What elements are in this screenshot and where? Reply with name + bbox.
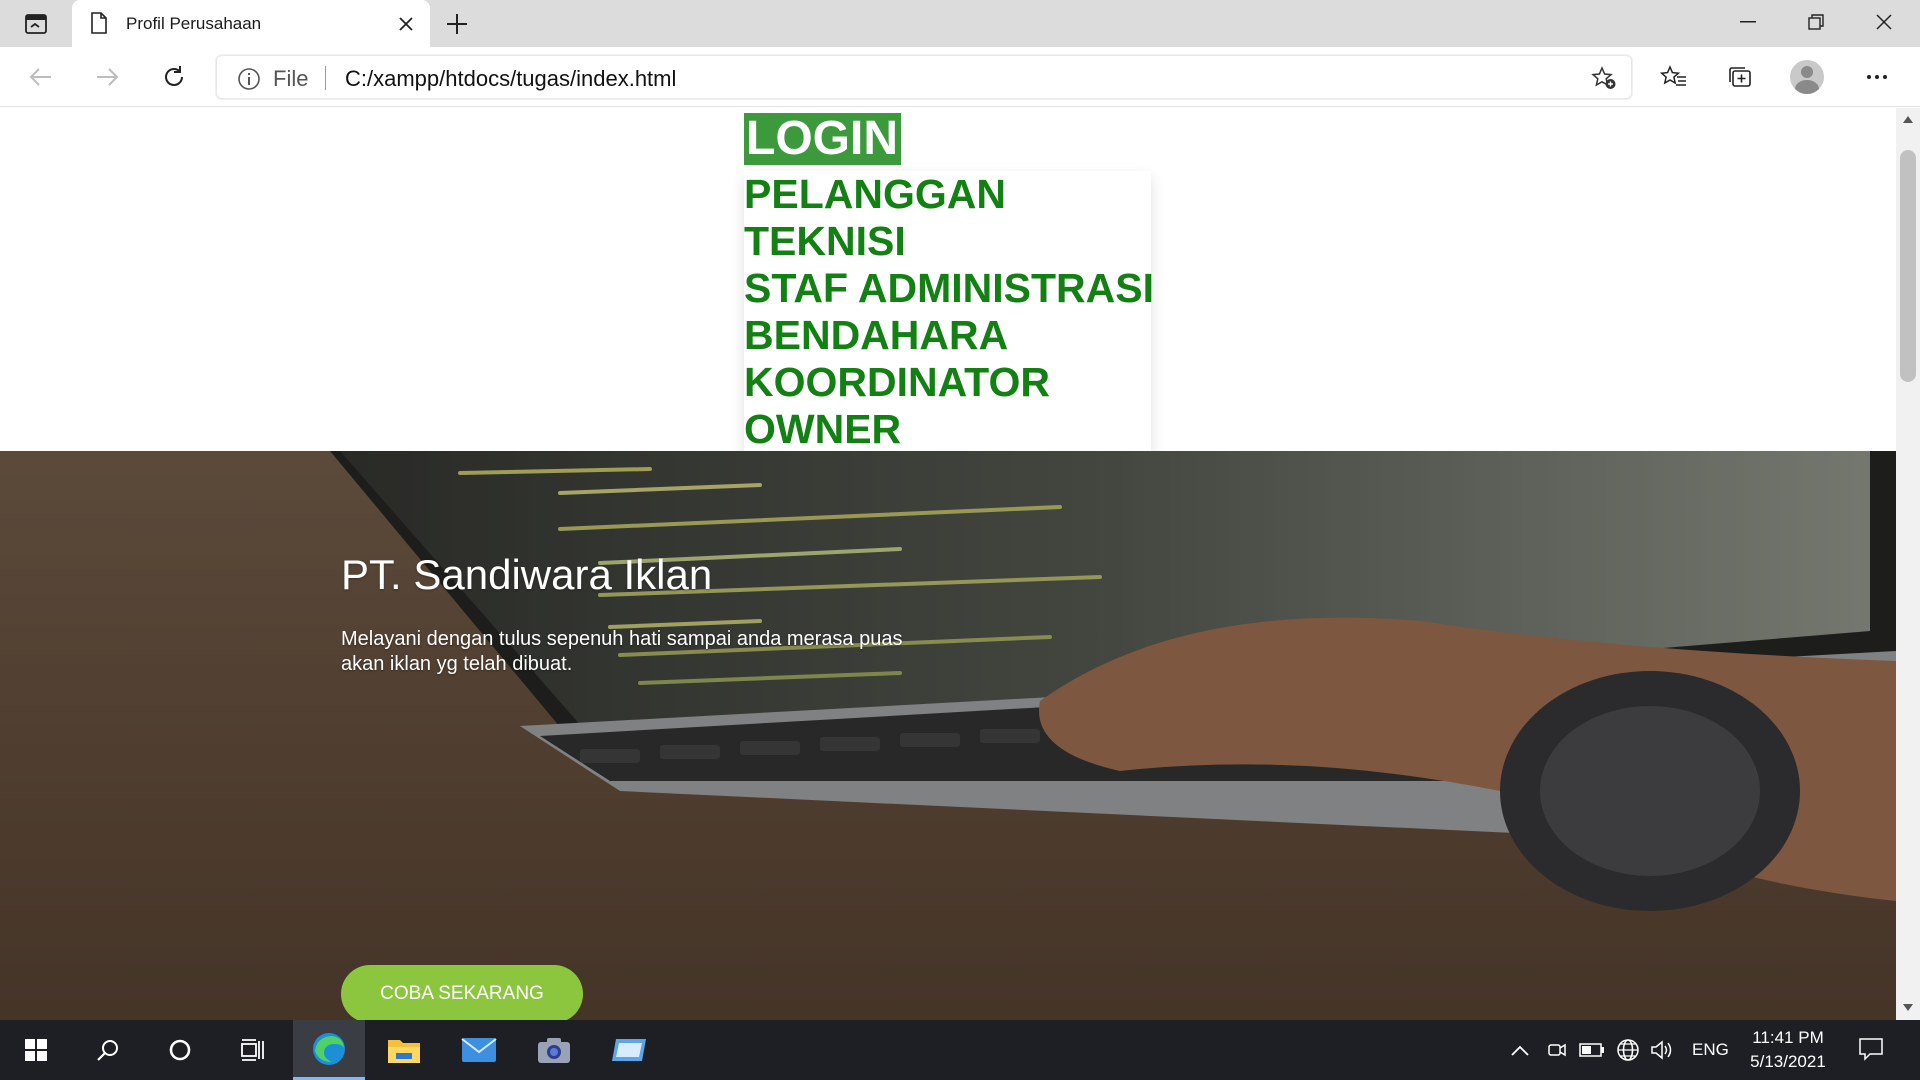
network-tray-icon[interactable]	[1614, 1038, 1642, 1062]
dropdown-item-pelanggan[interactable]: PELANGGAN	[744, 171, 1151, 218]
battery-icon	[1579, 1043, 1604, 1057]
dropdown-item-teknisi[interactable]: TEKNISI	[744, 218, 1151, 265]
notification-center-icon[interactable]	[1858, 1037, 1884, 1066]
browser-toolbar: File C:/xampp/htdocs/tugas/index.html	[0, 47, 1920, 107]
add-favorite-icon[interactable]	[1591, 66, 1617, 95]
meet-now-icon	[1548, 1043, 1566, 1057]
search-button[interactable]	[72, 1020, 144, 1080]
info-icon[interactable]	[237, 67, 261, 96]
system-clock[interactable]: 11:41 PM 5/13/2021	[1740, 1026, 1836, 1074]
favorites-button[interactable]	[1653, 56, 1695, 98]
hero-background-image	[0, 451, 1896, 1020]
close-icon	[1876, 14, 1892, 30]
clock-date: 5/13/2021	[1750, 1052, 1826, 1071]
cta-button[interactable]: COBA SEKARANG	[341, 965, 583, 1020]
scrollbar-thumb[interactable]	[1900, 150, 1916, 382]
minimize-button[interactable]	[1714, 0, 1782, 44]
mail-icon	[461, 1038, 497, 1062]
hero-title: PT. Sandiwara Iklan	[341, 551, 713, 598]
taskbar-file-explorer[interactable]	[368, 1020, 440, 1080]
refresh-icon	[165, 66, 183, 86]
tab-actions-icon	[25, 14, 47, 34]
nav-menu: LOGIN PELANGGAN TEKNISI STAF ADMINISTRAS…	[744, 113, 1154, 453]
forward-button[interactable]	[86, 56, 128, 98]
app-window-icon	[612, 1039, 646, 1061]
edge-browser-icon	[313, 1032, 345, 1065]
arrow-right-icon	[97, 68, 119, 86]
start-button[interactable]	[0, 1020, 72, 1080]
more-horizontal-icon	[1867, 75, 1887, 79]
scroll-down-arrow-icon[interactable]	[1903, 1004, 1913, 1011]
battery-tray-icon[interactable]	[1578, 1038, 1606, 1062]
globe-network-icon	[1617, 1039, 1639, 1061]
refresh-button[interactable]	[153, 56, 195, 98]
dropdown-item-bendahara[interactable]: BENDAHARA	[744, 312, 1151, 359]
dropdown-item-staf-administrasi[interactable]: STAF ADMINISTRASI	[744, 265, 1154, 312]
collections-button[interactable]	[1719, 56, 1761, 98]
cortana-circle-icon	[169, 1039, 191, 1061]
tab-close-button[interactable]	[392, 10, 420, 38]
taskbar-app-window[interactable]	[593, 1020, 665, 1080]
taskbar-camera-app[interactable]	[518, 1020, 590, 1080]
meet-now-tray-icon[interactable]	[1542, 1038, 1570, 1062]
settings-more-button[interactable]	[1856, 56, 1898, 98]
restore-button[interactable]	[1782, 0, 1850, 44]
profile-avatar[interactable]	[1790, 60, 1824, 94]
close-icon	[399, 17, 413, 31]
browser-tab-active[interactable]: Profil Perusahaan	[72, 0, 430, 48]
arrow-left-icon	[29, 68, 51, 86]
search-icon	[97, 1040, 118, 1061]
task-view-icon	[241, 1039, 264, 1061]
minimize-icon	[1740, 21, 1756, 23]
hero-description: Melayani dengan tulus sepenuh hati sampa…	[341, 628, 903, 675]
cortana-button[interactable]	[144, 1020, 216, 1080]
tab-title: Profil Perusahaan	[126, 14, 262, 33]
show-hidden-icons-button[interactable]	[1506, 1038, 1534, 1062]
hero-section: PT. Sandiwara Iklan Melayani dengan tulu…	[0, 451, 1896, 1020]
task-view-button[interactable]	[216, 1020, 288, 1080]
dropdown-item-owner[interactable]: OWNER	[744, 406, 1151, 453]
restore-icon	[1808, 14, 1824, 30]
volume-tray-icon[interactable]	[1648, 1038, 1676, 1062]
clock-time: 11:41 PM	[1752, 1028, 1824, 1047]
document-icon	[90, 12, 108, 39]
speaker-icon	[1651, 1040, 1672, 1060]
address-separator	[325, 66, 326, 90]
dropdown-item-koordinator[interactable]: KOORDINATOR	[744, 359, 1151, 406]
login-dropdown-menu: PELANGGAN TEKNISI STAF ADMINISTRASI BEND…	[744, 171, 1154, 453]
favorites-icon	[1660, 65, 1686, 86]
chevron-up-icon	[1511, 1045, 1529, 1056]
folder-icon	[388, 1040, 420, 1063]
back-button[interactable]	[20, 56, 62, 98]
url-text[interactable]: C:/xampp/htdocs/tugas/index.html	[345, 66, 676, 92]
windows-taskbar: ENG 11:41 PM 5/13/2021	[0, 1020, 1920, 1080]
new-tab-button[interactable]	[440, 8, 474, 40]
collections-icon	[1729, 67, 1751, 87]
address-prefix-label: File	[273, 66, 309, 91]
taskbar-mail-app[interactable]	[443, 1020, 515, 1080]
nav-login-link[interactable]: LOGIN	[744, 113, 901, 165]
taskbar-edge-app[interactable]	[293, 1020, 365, 1080]
windows-logo-icon	[25, 1039, 47, 1061]
tab-actions-button[interactable]	[16, 10, 56, 38]
address-bar[interactable]: File C:/xampp/htdocs/tugas/index.html	[216, 55, 1632, 99]
plus-icon	[447, 14, 467, 34]
window-close-button[interactable]	[1850, 0, 1918, 44]
vertical-scrollbar[interactable]	[1896, 108, 1920, 1020]
page-viewport: LOGIN PELANGGAN TEKNISI STAF ADMINISTRAS…	[0, 108, 1896, 1020]
input-language-indicator[interactable]: ENG	[1692, 1040, 1729, 1060]
scroll-up-arrow-icon[interactable]	[1903, 116, 1913, 123]
camera-icon	[538, 1038, 570, 1063]
browser-tab-strip: Profil Perusahaan	[0, 0, 1920, 48]
